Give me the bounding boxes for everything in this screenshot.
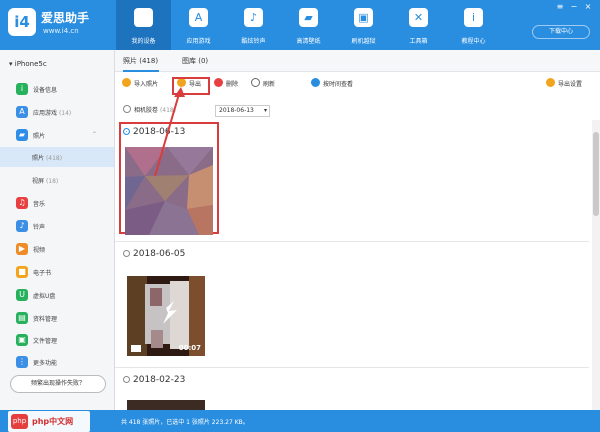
sidebar-item-ebooks[interactable]: ■ 电子书: [0, 262, 114, 282]
settings-icon[interactable]: ≡: [554, 2, 566, 12]
chevron-up-icon: ⌃: [92, 131, 98, 138]
close-icon[interactable]: ×: [582, 2, 594, 12]
site-watermark: php php中文网: [8, 411, 90, 432]
main-nav: 我的设备 A 应用游戏 ♪ 酷炫铃声 ▰ 高清壁纸 ▣ 刷机越狱 ✕ 工具箱 i…: [116, 0, 501, 50]
tab-photos[interactable]: 照片 (418): [123, 50, 159, 72]
sidebar-item-ringtones[interactable]: ♪ 铃声: [0, 216, 114, 236]
bell-icon: ♪: [244, 8, 263, 27]
nav-tab-wallpapers[interactable]: ▰ 高清壁纸: [281, 0, 336, 50]
apple-icon: [134, 8, 153, 27]
contacts-icon: ▤: [16, 312, 28, 324]
photo-thumbnail[interactable]: [127, 400, 205, 410]
usb-icon: U: [16, 289, 28, 301]
book-icon: ■: [16, 266, 28, 278]
info-circle-icon: i: [16, 83, 28, 95]
sidebar-item-virtual-usb[interactable]: U 虚拟U盘: [0, 285, 114, 305]
tab-gallery[interactable]: 图库 (0): [182, 50, 212, 72]
date-group-title[interactable]: 2018-02-23: [123, 375, 185, 385]
video-icon: [131, 345, 141, 352]
bell-icon: ♪: [16, 220, 28, 232]
sidebar-item-photos[interactable]: ▰ 照片 ⌃: [0, 125, 114, 145]
sidebar-item-videos[interactable]: ▶ 视频: [0, 239, 114, 259]
box-icon: ▣: [354, 8, 373, 27]
abstract-photo: [125, 147, 213, 235]
folder-icon: ▣: [16, 334, 28, 346]
sidebar-item-apps[interactable]: A 应用游戏 (14): [0, 102, 114, 122]
music-icon: ♫: [16, 197, 28, 209]
import-icon: [122, 78, 131, 87]
refresh-icon: [251, 78, 260, 87]
nav-tab-toolbox[interactable]: ✕ 工具箱: [391, 0, 446, 50]
radio-icon: [123, 105, 131, 113]
video-duration: 00:07: [178, 344, 201, 352]
nav-tab-tutorials[interactable]: i 教程中心: [446, 0, 501, 50]
app-url: www.i4.cn: [43, 27, 79, 35]
photo-grid: 2018-06-13 2018-06-05 00:07 2018-02-23: [115, 120, 600, 410]
sidebar-item-contacts[interactable]: ▤ 资料管理: [0, 308, 114, 328]
import-photos-button[interactable]: 导入照片: [122, 78, 158, 90]
sidebar-item-device-info[interactable]: i 设备信息: [0, 79, 114, 99]
camera-roll-filter[interactable]: 相机胶卷 (418): [123, 105, 176, 117]
photo-icon: ▰: [16, 129, 28, 141]
radio-icon: [123, 250, 130, 257]
export-settings-button[interactable]: 导出设置: [546, 78, 582, 90]
nav-tab-flash[interactable]: ▣ 刷机越狱: [336, 0, 391, 50]
app-logo: i4: [8, 8, 36, 36]
group-divider: [115, 367, 589, 368]
refresh-button[interactable]: 刷新: [251, 78, 275, 90]
export-highlight: [172, 77, 210, 95]
info-icon: i: [464, 8, 483, 27]
nav-tab-my-device[interactable]: 我的设备: [116, 0, 171, 50]
photo-tabs: 照片 (418) 图库 (0): [115, 50, 600, 72]
sidebar-subitem-photos[interactable]: 照片 (418): [0, 147, 114, 167]
sidebar-subitem-videos[interactable]: 视屏 (18): [0, 170, 114, 190]
device-name: ▾ iPhone5c: [9, 60, 47, 68]
date-group-title[interactable]: 2018-06-05: [123, 249, 185, 259]
download-center-button[interactable]: 下载中心: [532, 25, 590, 39]
sidebar-item-more[interactable]: ⋮ 更多功能: [0, 352, 114, 372]
minimize-icon[interactable]: −: [568, 2, 580, 12]
watermark-text: php中文网: [32, 417, 74, 426]
radio-icon: [123, 376, 130, 383]
help-button[interactable]: 频繁出现操作失败？: [10, 375, 106, 393]
window-controls: ≡ − ×: [554, 2, 594, 12]
grid-icon: ⋮: [16, 356, 28, 368]
nav-tab-apps[interactable]: A 应用游戏: [171, 0, 226, 50]
status-text: 共 418 张照片，已选中 1 张照片 223.27 KB。: [121, 419, 249, 426]
photo-filterbar: 相机胶卷 (418) 2018-06-13 ▾: [115, 102, 600, 120]
group-divider: [115, 241, 589, 242]
photo-thumbnail[interactable]: [125, 147, 213, 235]
gear-icon: [546, 78, 555, 87]
delete-button[interactable]: 删除: [214, 78, 238, 90]
checkmark-icon: [311, 78, 320, 87]
photos-panel: 照片 (418) 图库 (0) 导入照片 导出 删除 刷新 按时间查看 导出设置…: [115, 50, 600, 410]
app-store-icon: A: [189, 8, 208, 27]
nav-tab-ringtones[interactable]: ♪ 酷炫铃声: [226, 0, 281, 50]
delete-icon: [214, 78, 223, 87]
date-select[interactable]: 2018-06-13 ▾: [215, 105, 270, 117]
tools-icon: ✕: [409, 8, 428, 27]
app-header: i4 爱思助手 www.i4.cn 我的设备 A 应用游戏 ♪ 酷炫铃声 ▰ 高…: [0, 0, 600, 50]
sidebar-item-files[interactable]: ▣ 文件管理: [0, 330, 114, 350]
php-logo: php: [11, 414, 28, 429]
video-icon: ▶: [16, 243, 28, 255]
scroll-thumb[interactable]: [593, 132, 599, 216]
wallpaper-icon: ▰: [299, 8, 318, 27]
app-icon: A: [16, 106, 28, 118]
sidebar: ▾ iPhone5c i 设备信息 A 应用游戏 (14) ▰ 照片 ⌃ 照片 …: [0, 50, 115, 410]
video-thumbnail[interactable]: 00:07: [127, 276, 205, 356]
status-bar: 共 418 张照片，已选中 1 张照片 223.27 KB。: [0, 410, 600, 432]
sidebar-item-music[interactable]: ♫ 音乐: [0, 193, 114, 213]
photo-scrollbar[interactable]: [592, 120, 600, 410]
by-date-toggle[interactable]: 按时间查看: [311, 78, 353, 90]
chevron-down-icon: ▾: [263, 107, 267, 114]
app-title: 爱思助手: [41, 11, 90, 25]
